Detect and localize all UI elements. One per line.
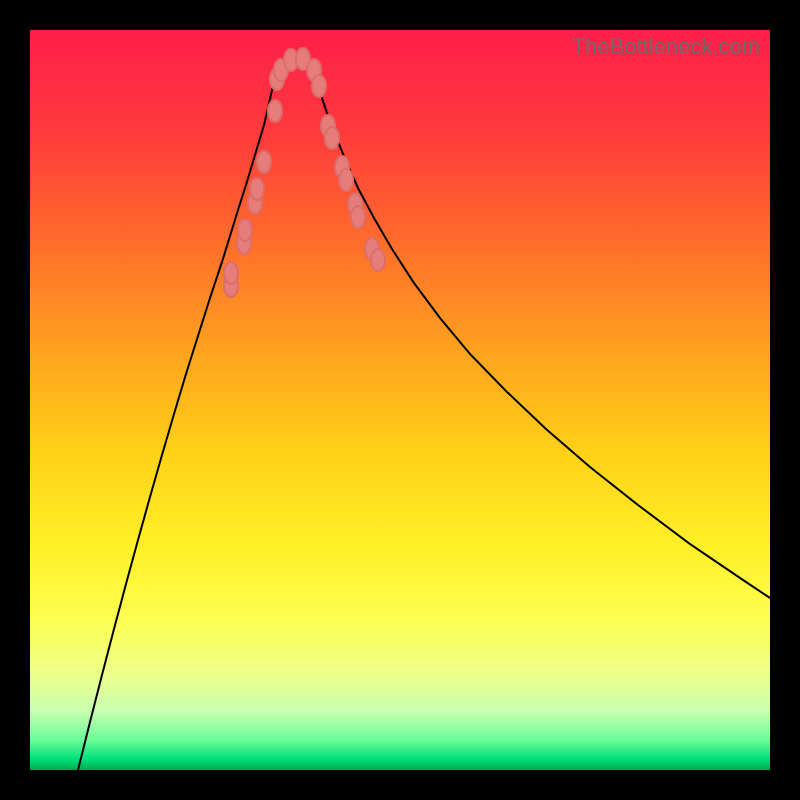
data-point <box>325 127 339 149</box>
data-point <box>339 169 353 191</box>
data-points <box>224 48 385 297</box>
plot-area: TheBottleneck.com <box>30 30 770 770</box>
curve-left-branch <box>78 73 276 770</box>
curve-right-branch <box>312 70 770 598</box>
watermark-text: TheBottleneck.com <box>572 34 760 60</box>
outer-frame: TheBottleneck.com <box>0 0 800 800</box>
data-point <box>268 100 282 122</box>
data-point <box>371 249 385 271</box>
data-point <box>257 151 271 173</box>
data-point <box>312 75 326 97</box>
data-point <box>224 262 238 284</box>
chart-svg <box>30 30 770 770</box>
data-point <box>351 206 365 228</box>
data-point <box>238 219 252 241</box>
data-point <box>250 178 264 200</box>
